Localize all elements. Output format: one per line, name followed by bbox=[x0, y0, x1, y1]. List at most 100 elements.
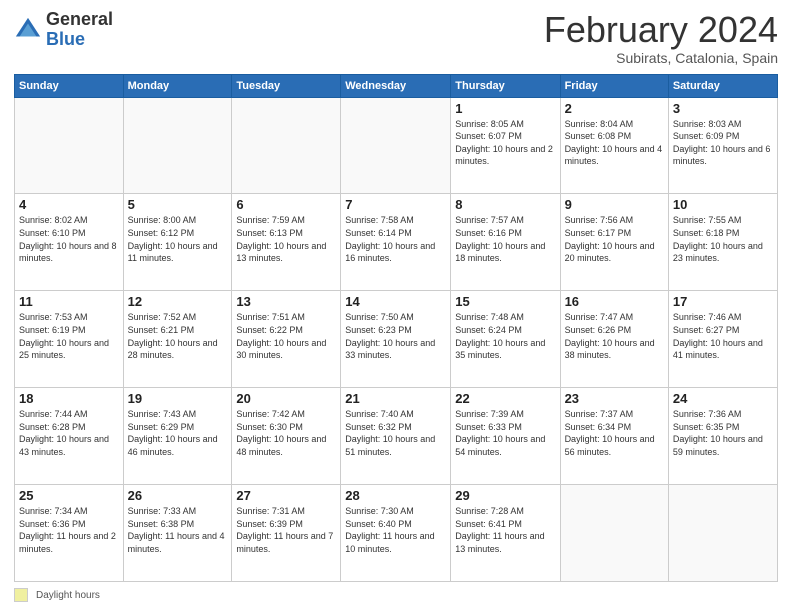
calendar-cell bbox=[232, 97, 341, 194]
day-number: 14 bbox=[345, 294, 446, 309]
page: General Blue February 2024 Subirats, Cat… bbox=[0, 0, 792, 612]
cell-text: Sunrise: 7:59 AMSunset: 6:13 PMDaylight:… bbox=[236, 215, 326, 263]
logo-general: General bbox=[46, 10, 113, 30]
cell-text: Sunrise: 7:50 AMSunset: 6:23 PMDaylight:… bbox=[345, 312, 435, 360]
calendar-cell: 24 Sunrise: 7:36 AMSunset: 6:35 PMDayligh… bbox=[668, 388, 777, 485]
day-number: 6 bbox=[236, 197, 336, 212]
logo: General Blue bbox=[14, 10, 113, 50]
calendar-cell: 16 Sunrise: 7:47 AMSunset: 6:26 PMDayligh… bbox=[560, 291, 668, 388]
day-number: 9 bbox=[565, 197, 664, 212]
day-number: 4 bbox=[19, 197, 119, 212]
logo-text: General Blue bbox=[46, 10, 113, 50]
calendar-cell: 5 Sunrise: 8:00 AMSunset: 6:12 PMDaylight… bbox=[123, 194, 232, 291]
day-number: 29 bbox=[455, 488, 555, 503]
calendar-cell bbox=[560, 485, 668, 582]
daylight-label: Daylight hours bbox=[36, 590, 100, 601]
calendar-cell: 17Sunrise: 7:46 AMSunset: 6:27 PMDayligh… bbox=[668, 291, 777, 388]
cell-text: Sunrise: 7:37 AMSunset: 6:34 PMDaylight:… bbox=[565, 409, 655, 457]
cell-text: Sunrise: 7:56 AMSunset: 6:17 PMDaylight:… bbox=[565, 215, 655, 263]
cell-text: Sunrise: 7:47 AMSunset: 6:26 PMDaylight:… bbox=[565, 312, 655, 360]
cell-text: Sunrise: 7:36 AMSunset: 6:35 PMDaylight:… bbox=[673, 409, 763, 457]
day-number: 21 bbox=[345, 391, 446, 406]
cell-text: Sunrise: 7:42 AMSunset: 6:30 PMDaylight:… bbox=[236, 409, 326, 457]
header-friday: Friday bbox=[560, 74, 668, 97]
calendar-row: 4 Sunrise: 8:02 AMSunset: 6:10 PMDaylight… bbox=[15, 194, 778, 291]
cell-text: Sunrise: 7:33 AMSunset: 6:38 PMDaylight:… bbox=[128, 506, 225, 554]
calendar-cell: 18 Sunrise: 7:44 AMSunset: 6:28 PMDayligh… bbox=[15, 388, 124, 485]
calendar-row: 25Sunrise: 7:34 AMSunset: 6:36 PMDayligh… bbox=[15, 485, 778, 582]
header-monday: Monday bbox=[123, 74, 232, 97]
calendar-cell: 10 Sunrise: 7:55 AMSunset: 6:18 PMDayligh… bbox=[668, 194, 777, 291]
calendar-cell: 15 Sunrise: 7:48 AMSunset: 6:24 PMDayligh… bbox=[451, 291, 560, 388]
day-number: 18 bbox=[19, 391, 119, 406]
day-number: 24 bbox=[673, 391, 773, 406]
calendar-cell bbox=[123, 97, 232, 194]
calendar-cell: 19 Sunrise: 7:43 AMSunset: 6:29 PMDayligh… bbox=[123, 388, 232, 485]
header-wednesday: Wednesday bbox=[341, 74, 451, 97]
month-title: February 2024 bbox=[544, 10, 778, 50]
day-number: 27 bbox=[236, 488, 336, 503]
day-number: 15 bbox=[455, 294, 555, 309]
calendar-cell: 7Sunrise: 7:58 AMSunset: 6:14 PMDaylight… bbox=[341, 194, 451, 291]
day-number: 19 bbox=[128, 391, 228, 406]
day-number: 22 bbox=[455, 391, 555, 406]
footer: Daylight hours bbox=[14, 588, 778, 602]
calendar-cell: 22 Sunrise: 7:39 AMSunset: 6:33 PMDayligh… bbox=[451, 388, 560, 485]
cell-text: Sunrise: 8:04 AMSunset: 6:08 PMDaylight:… bbox=[565, 119, 663, 167]
daylight-box bbox=[14, 588, 28, 602]
day-number: 1 bbox=[455, 101, 555, 116]
calendar-row: 1 Sunrise: 8:05 AMSunset: 6:07 PMDaylight… bbox=[15, 97, 778, 194]
calendar-cell: 2Sunrise: 8:04 AMSunset: 6:08 PMDaylight… bbox=[560, 97, 668, 194]
top-section: General Blue February 2024 Subirats, Cat… bbox=[14, 10, 778, 66]
cell-text: Sunrise: 7:31 AMSunset: 6:39 PMDaylight:… bbox=[236, 506, 333, 554]
header-row: Sunday Monday Tuesday Wednesday Thursday… bbox=[15, 74, 778, 97]
day-number: 28 bbox=[345, 488, 446, 503]
header-tuesday: Tuesday bbox=[232, 74, 341, 97]
day-number: 16 bbox=[565, 294, 664, 309]
cell-text: Sunrise: 8:02 AMSunset: 6:10 PMDaylight:… bbox=[19, 215, 117, 263]
calendar-row: 11Sunrise: 7:53 AMSunset: 6:19 PMDayligh… bbox=[15, 291, 778, 388]
cell-text: Sunrise: 8:03 AMSunset: 6:09 PMDaylight:… bbox=[673, 119, 771, 167]
cell-text: Sunrise: 8:00 AMSunset: 6:12 PMDaylight:… bbox=[128, 215, 218, 263]
cell-text: Sunrise: 7:51 AMSunset: 6:22 PMDaylight:… bbox=[236, 312, 326, 360]
calendar-cell: 23 Sunrise: 7:37 AMSunset: 6:34 PMDayligh… bbox=[560, 388, 668, 485]
calendar-cell: 14 Sunrise: 7:50 AMSunset: 6:23 PMDayligh… bbox=[341, 291, 451, 388]
day-number: 12 bbox=[128, 294, 228, 309]
day-number: 13 bbox=[236, 294, 336, 309]
header-thursday: Thursday bbox=[451, 74, 560, 97]
calendar-cell: 11Sunrise: 7:53 AMSunset: 6:19 PMDayligh… bbox=[15, 291, 124, 388]
calendar-cell: 4 Sunrise: 8:02 AMSunset: 6:10 PMDaylight… bbox=[15, 194, 124, 291]
cell-text: Sunrise: 7:34 AMSunset: 6:36 PMDaylight:… bbox=[19, 506, 116, 554]
cell-text: Sunrise: 7:48 AMSunset: 6:24 PMDaylight:… bbox=[455, 312, 545, 360]
cell-text: Sunrise: 7:30 AMSunset: 6:40 PMDaylight:… bbox=[345, 506, 434, 554]
calendar-cell: 27 Sunrise: 7:31 AMSunset: 6:39 PMDayligh… bbox=[232, 485, 341, 582]
header-sunday: Sunday bbox=[15, 74, 124, 97]
day-number: 23 bbox=[565, 391, 664, 406]
logo-icon bbox=[14, 16, 42, 44]
day-number: 20 bbox=[236, 391, 336, 406]
calendar-cell bbox=[15, 97, 124, 194]
cell-text: Sunrise: 7:55 AMSunset: 6:18 PMDaylight:… bbox=[673, 215, 763, 263]
day-number: 5 bbox=[128, 197, 228, 212]
logo-blue: Blue bbox=[46, 30, 113, 50]
calendar-cell: 3Sunrise: 8:03 AMSunset: 6:09 PMDaylight… bbox=[668, 97, 777, 194]
cell-text: Sunrise: 7:57 AMSunset: 6:16 PMDaylight:… bbox=[455, 215, 545, 263]
day-number: 11 bbox=[19, 294, 119, 309]
calendar-cell: 12Sunrise: 7:52 AMSunset: 6:21 PMDayligh… bbox=[123, 291, 232, 388]
cell-text: Sunrise: 7:39 AMSunset: 6:33 PMDaylight:… bbox=[455, 409, 545, 457]
cell-text: Sunrise: 8:05 AMSunset: 6:07 PMDaylight:… bbox=[455, 119, 553, 167]
cell-text: Sunrise: 7:44 AMSunset: 6:28 PMDaylight:… bbox=[19, 409, 109, 457]
calendar-cell: 29Sunrise: 7:28 AMSunset: 6:41 PMDayligh… bbox=[451, 485, 560, 582]
cell-text: Sunrise: 7:58 AMSunset: 6:14 PMDaylight:… bbox=[345, 215, 435, 263]
calendar-cell: 21 Sunrise: 7:40 AMSunset: 6:32 PMDayligh… bbox=[341, 388, 451, 485]
calendar-cell: 1 Sunrise: 8:05 AMSunset: 6:07 PMDaylight… bbox=[451, 97, 560, 194]
location: Subirats, Catalonia, Spain bbox=[544, 50, 778, 66]
cell-text: Sunrise: 7:40 AMSunset: 6:32 PMDaylight:… bbox=[345, 409, 435, 457]
cell-text: Sunrise: 7:43 AMSunset: 6:29 PMDaylight:… bbox=[128, 409, 218, 457]
calendar-cell: 9 Sunrise: 7:56 AMSunset: 6:17 PMDaylight… bbox=[560, 194, 668, 291]
calendar-cell: 28 Sunrise: 7:30 AMSunset: 6:40 PMDayligh… bbox=[341, 485, 451, 582]
day-number: 17 bbox=[673, 294, 773, 309]
calendar-table: Sunday Monday Tuesday Wednesday Thursday… bbox=[14, 74, 778, 582]
calendar-cell: 25Sunrise: 7:34 AMSunset: 6:36 PMDayligh… bbox=[15, 485, 124, 582]
day-number: 10 bbox=[673, 197, 773, 212]
